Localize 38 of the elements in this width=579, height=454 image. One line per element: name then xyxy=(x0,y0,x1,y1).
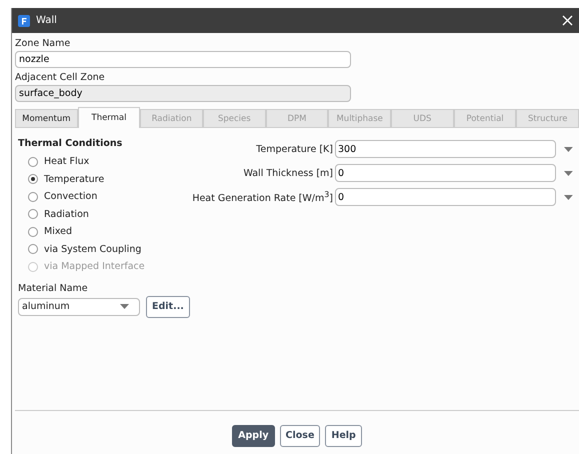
radio-button[interactable] xyxy=(28,192,38,202)
caret-icon[interactable] xyxy=(564,146,573,152)
edit-button[interactable]: Edit... xyxy=(146,296,190,318)
radio-label: Temperature xyxy=(44,174,104,185)
radio-label: via System Coupling xyxy=(44,244,142,255)
radio-button[interactable] xyxy=(28,209,38,220)
radio-button[interactable] xyxy=(28,226,38,237)
dialog-button[interactable]: Close xyxy=(280,424,320,446)
caret-icon[interactable] xyxy=(564,170,573,176)
tab[interactable]: Momentum xyxy=(15,109,78,128)
field-label: Adjacent Cell Zone xyxy=(15,71,106,84)
material-dropdown[interactable]: aluminum xyxy=(18,298,140,316)
radio-button[interactable] xyxy=(28,244,38,254)
zone-name-field[interactable]: nozzle xyxy=(15,51,351,68)
parameter-label: Temperature [K] xyxy=(255,144,334,154)
parameter-field[interactable]: 300 xyxy=(335,140,556,158)
radio-button[interactable] xyxy=(28,156,38,167)
parameter-field[interactable]: 0 xyxy=(335,188,556,206)
section-title: Thermal Conditions xyxy=(18,138,124,149)
close-icon[interactable] xyxy=(562,15,573,26)
radio-label: Radiation xyxy=(44,208,89,220)
parameter-label: Heat Generation Rate [W/m$^{3}$] xyxy=(191,190,334,204)
radio-label: Mixed xyxy=(44,226,72,238)
app-icon xyxy=(18,14,30,26)
parameter-label: Wall Thickness [m] xyxy=(242,168,334,178)
tab[interactable]: Thermal xyxy=(78,107,140,128)
field-label: Zone Name xyxy=(15,37,72,50)
parameter-field[interactable]: 0 xyxy=(335,164,556,182)
field-label: Material Name xyxy=(18,282,89,294)
radio-button[interactable] xyxy=(28,174,38,184)
radio-label: via Mapped Interface xyxy=(44,261,145,272)
radio-label: Convection xyxy=(44,191,98,202)
radio-label: Heat Flux xyxy=(44,156,90,168)
caret-icon[interactable] xyxy=(564,194,573,200)
caret-icon[interactable] xyxy=(120,304,129,309)
dialog-button[interactable]: Help xyxy=(325,424,362,446)
dialog-button[interactable]: Apply xyxy=(232,424,275,446)
window-title: Wall xyxy=(36,15,58,26)
